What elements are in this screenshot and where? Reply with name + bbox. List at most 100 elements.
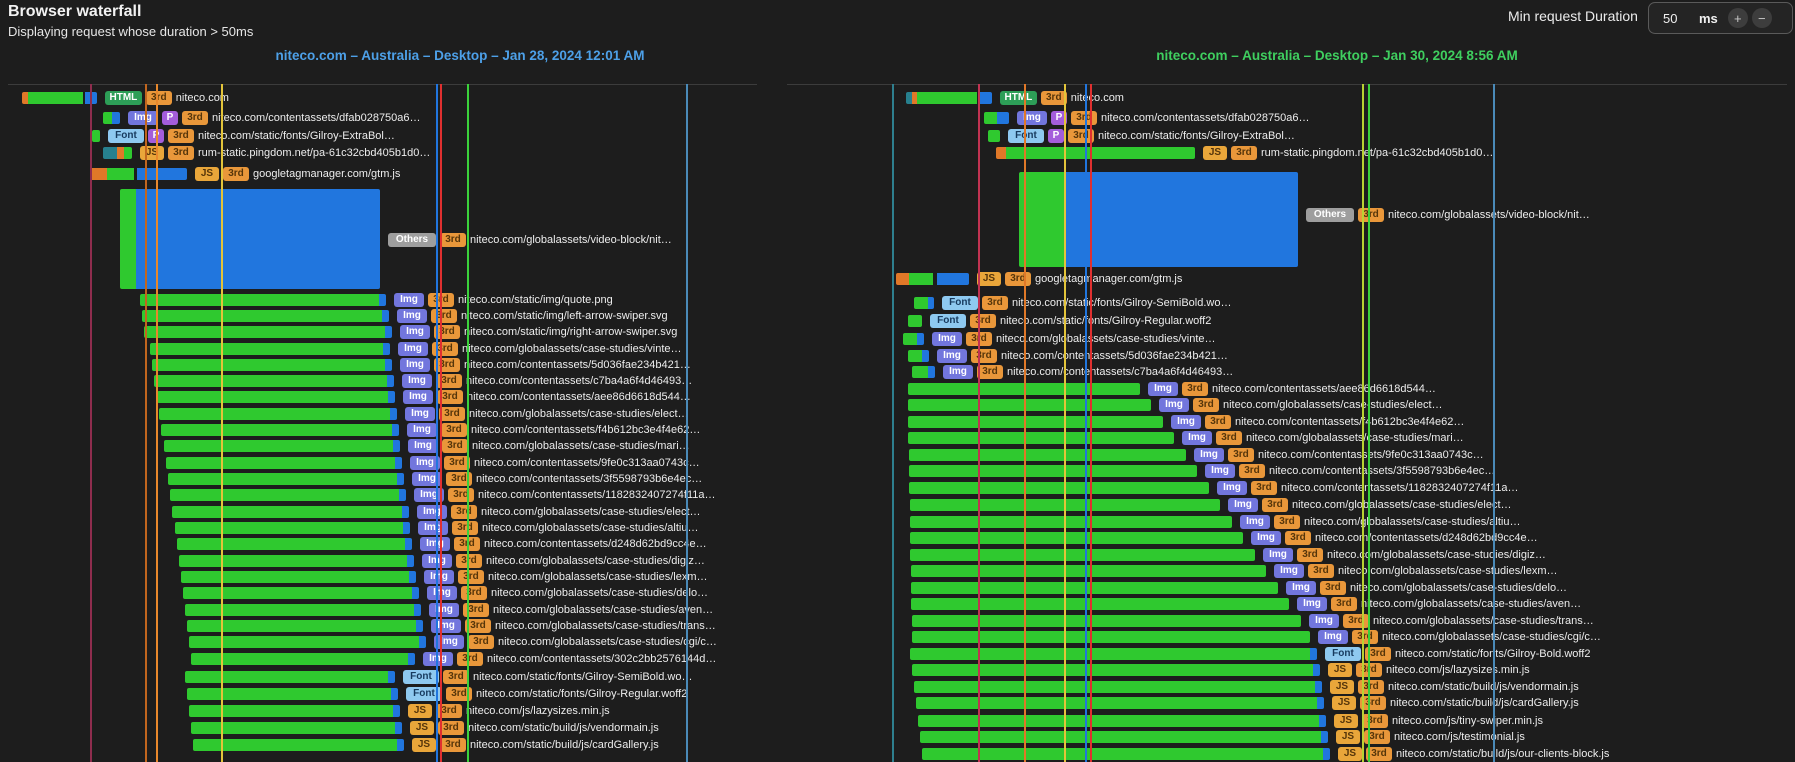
request-bar[interactable] [903,333,924,345]
request-bar[interactable] [103,112,120,124]
request-bar[interactable] [179,555,414,567]
request-bar[interactable] [159,408,397,420]
request-bar[interactable] [909,465,1197,477]
request-label[interactable]: Img3rdniteco.com/globalassets/case-studi… [1309,613,1594,629]
request-label[interactable]: JS 3rd niteco.com/static/build/js/vendorma… [410,720,659,736]
request-label[interactable]: Img3rdniteco.com/globalassets/case-studi… [1297,596,1581,612]
request-label[interactable]: Img3rdniteco.com/static/img/quote.png [394,292,613,308]
request-bar[interactable] [910,648,1317,660]
request-bar[interactable] [189,636,426,648]
request-label[interactable]: JS 3rd googletagmanager.com/gtm.js [195,166,400,182]
request-bar[interactable] [914,297,934,309]
request-bar[interactable] [911,565,1266,577]
request-bar[interactable] [154,375,394,387]
request-bar[interactable] [175,522,410,534]
request-bar[interactable] [157,391,395,403]
request-bar[interactable] [185,671,395,683]
request-bar[interactable] [910,516,1232,528]
request-bar[interactable] [914,681,1322,693]
request-label[interactable]: JS 3rd niteco.com/static/build/js/cardGall… [412,737,659,753]
request-bar[interactable] [152,359,392,371]
request-label[interactable]: Img 3rd niteco.com/contentassets/9fe0c313a… [410,455,700,471]
request-bar[interactable] [896,273,969,285]
request-label[interactable]: Font 3rd niteco.com/static/fonts/Gilroy-Re… [406,686,687,702]
request-label[interactable]: Img 3rd niteco.com/contentassets/f4b612bc3… [407,422,700,438]
request-label[interactable]: Img 3rd niteco.com/contentassets/aee86d661… [403,389,691,405]
request-bar[interactable] [910,549,1255,561]
request-label[interactable]: Img 3rd niteco.com/contentassets/3f5598793… [412,471,702,487]
request-label[interactable]: JS3rdniteco.com/js/lazysizes.min.js [1328,662,1530,678]
request-label[interactable]: Img3rdniteco.com/globalassets/case-studi… [431,618,716,634]
request-bar[interactable] [922,748,1330,760]
request-label[interactable]: Font 3rd niteco.com/static/fonts/Gilroy-Re… [930,313,1211,329]
request-label[interactable]: Img3rdniteco.com/globalassets/case-studi… [429,602,713,618]
request-bar-long[interactable] [1019,172,1298,267]
request-bar[interactable] [193,739,404,751]
request-label[interactable]: Img3rdniteco.com/globalassets/case-studi… [1286,580,1567,596]
request-bar[interactable] [909,449,1186,461]
request-label[interactable]: JS 3rd niteco.com/static/build/js/our-clie… [1338,746,1609,762]
request-bar[interactable] [22,92,97,104]
request-bar[interactable] [912,366,935,378]
request-bar[interactable] [908,399,1151,411]
request-bar[interactable] [912,664,1320,676]
request-label[interactable]: Img 3rd niteco.com/contentassets/f4b612bc3… [1171,414,1464,430]
request-bar[interactable] [103,147,132,159]
request-bar[interactable] [166,457,402,469]
request-bar[interactable] [140,294,386,306]
request-bar[interactable] [144,326,392,338]
request-label[interactable]: JS 3rd niteco.com/js/testimonial.js [1336,729,1525,745]
request-label[interactable]: Img 3rd niteco.com/contentassets/5d036fae2… [400,357,691,373]
request-label[interactable]: Img3rdniteco.com/globalassets/case-studi… [1159,397,1443,413]
request-label[interactable]: Img 3rd niteco.com/contentassets/c7ba4a6f4… [402,373,692,389]
request-label[interactable]: Img P 3rd niteco.com/contentassets/dfab0287… [128,110,421,126]
request-label[interactable]: JS3rdniteco.com/js/lazysizes.min.js [408,703,610,719]
request-bar[interactable] [911,598,1289,610]
request-label[interactable]: FontP3rdniteco.com/static/fonts/Gilroy-E… [1008,128,1295,144]
request-bar[interactable] [177,538,412,550]
request-bar[interactable] [191,653,415,665]
request-bar[interactable] [912,631,1310,643]
request-label[interactable]: Others 3rd niteco.com/globalassets/video-b… [1306,207,1590,223]
request-bar[interactable] [912,615,1301,627]
request-label[interactable]: Img3rdniteco.com/globalassets/case-studi… [408,438,690,454]
request-label[interactable]: Img P 3rd niteco.com/contentassets/dfab0287… [1017,110,1310,126]
request-label[interactable]: Img3rdniteco.com/globalassets/case-studi… [932,331,1216,347]
request-bar-long[interactable] [120,189,380,289]
request-bar[interactable] [90,168,187,180]
request-bar[interactable] [920,731,1328,743]
request-label[interactable]: Img3rdniteco.com/globalassets/case-studi… [434,634,717,650]
request-label[interactable]: Img 3rd niteco.com/contentassets/aee86d661… [1148,381,1436,397]
request-label[interactable]: Img 3rd niteco.com/contentassets/3f5598793… [1205,463,1495,479]
request-label[interactable]: Img3rdniteco.com/globalassets/case-studi… [1263,547,1546,563]
request-label[interactable]: HTML 3rd niteco.com [105,90,229,106]
request-label[interactable]: Img3rdniteco.com/globalassets/case-studi… [427,585,708,601]
request-bar[interactable] [164,440,400,452]
request-bar[interactable] [168,473,404,485]
request-bar[interactable] [161,424,399,436]
request-bar[interactable] [183,587,419,599]
request-label[interactable]: JS 3rd rum-static.pingdom.net/pa-61c32cbd4… [140,145,430,161]
request-bar[interactable] [984,112,1009,124]
request-bar[interactable] [187,688,398,700]
request-bar[interactable] [910,532,1243,544]
request-bar[interactable] [988,130,1000,142]
request-label[interactable]: JS 3rd rum-static.pingdom.net/pa-61c32cbd4… [1203,145,1493,161]
request-bar[interactable] [911,582,1278,594]
request-label[interactable]: Others 3rd niteco.com/globalassets/video-b… [388,232,672,248]
request-label[interactable]: Img3rdniteco.com/globalassets/case-studi… [417,504,701,520]
request-label[interactable]: Img3rdniteco.com/globalassets/case-studi… [1240,514,1520,530]
request-label[interactable]: Img3rdniteco.com/contentassets/d248d62bd… [420,536,707,552]
request-bar[interactable] [150,343,390,355]
request-label[interactable]: FontP3rdniteco.com/static/fonts/Gilroy-E… [108,128,395,144]
request-bar[interactable] [181,571,416,583]
request-label[interactable]: Font3rdniteco.com/static/fonts/Gilroy-Bo… [1325,646,1590,662]
request-label[interactable]: Img 3rd niteco.com/contentassets/9fe0c313a… [1194,447,1484,463]
request-label[interactable]: Img3rdniteco.com/globalassets/case-studi… [422,553,705,569]
request-label[interactable]: Img 3rd niteco.com/contentassets/5d036fae2… [937,348,1228,364]
request-label[interactable]: Font 3rd niteco.com/static/fonts/Gilroy-Se… [403,669,692,685]
request-label[interactable]: Img3rdniteco.com/globalassets/case-studi… [1318,629,1601,645]
request-label[interactable]: JS 3rd niteco.com/js/tiny-swiper.min.js [1334,713,1543,729]
request-label[interactable]: Img3rdniteco.com/globalassets/case-studi… [1274,563,1557,579]
request-bar[interactable] [170,489,406,501]
